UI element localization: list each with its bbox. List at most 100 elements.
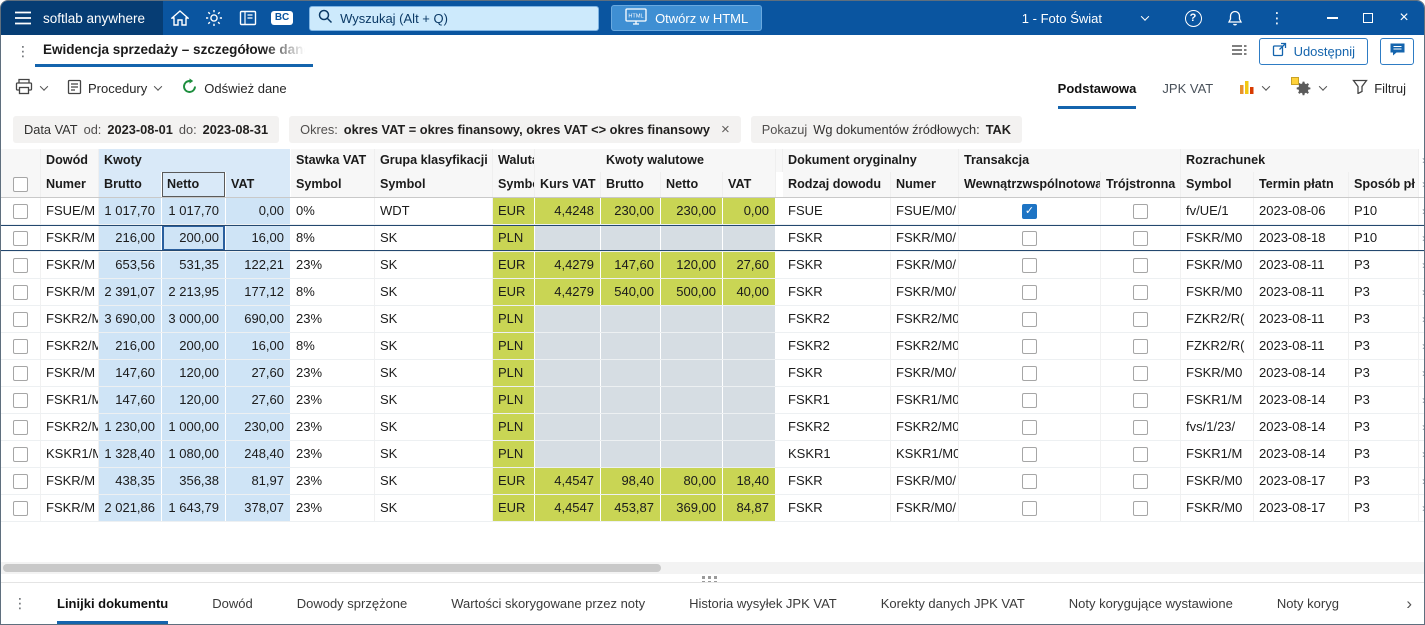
cell-vat[interactable]: 177,12 (226, 279, 291, 305)
cell-waluta[interactable]: EUR (493, 252, 535, 278)
cell-wbrutto[interactable]: 453,87 (601, 495, 661, 521)
column-header-grupa[interactable]: Symbol (375, 172, 493, 197)
cell-termin[interactable]: 2023-08-14 (1254, 360, 1349, 386)
checkbox-unchecked[interactable] (1133, 473, 1148, 489)
cell-dowod[interactable]: FSUE/M (41, 198, 99, 224)
cell-chk[interactable] (1, 252, 41, 278)
cell-grupa[interactable]: SK (375, 495, 493, 521)
global-search[interactable] (309, 5, 600, 31)
cell-dowod[interactable]: FSKR2/M (41, 306, 99, 332)
cell-edge[interactable]: › (1419, 360, 1424, 386)
checkbox-unchecked[interactable] (1133, 338, 1148, 354)
open-in-html-button[interactable]: HTML Otwórz w HTML (611, 5, 763, 31)
checkbox-unchecked[interactable] (1022, 419, 1037, 435)
cell-grupa[interactable]: SK (375, 414, 493, 440)
cell-wbrutto[interactable]: 147,60 (601, 252, 661, 278)
cell-symbol[interactable]: FSKR1/M (1181, 441, 1254, 467)
cell-edge[interactable]: › (1419, 252, 1424, 278)
filter-button[interactable]: Filtruj (1352, 79, 1406, 97)
cell-stawka[interactable]: 8% (291, 333, 375, 359)
cell-stawka[interactable]: 23% (291, 441, 375, 467)
cell-troj[interactable] (1101, 333, 1181, 359)
settings-kebab-icon[interactable]: ⋮ (1260, 1, 1294, 35)
cell-grupa[interactable]: SK (375, 468, 493, 494)
column-header-dnumer[interactable]: Numer (891, 172, 959, 197)
column-header-netto[interactable]: Netto (162, 172, 226, 197)
checkbox-unchecked[interactable] (1022, 230, 1037, 246)
cell-wbrutto[interactable] (601, 360, 661, 386)
more-tabs-icon[interactable]: › (1406, 594, 1412, 614)
cell-troj[interactable] (1101, 495, 1181, 521)
cell-chk[interactable] (1, 441, 41, 467)
cell-edge[interactable]: › (1419, 225, 1424, 251)
cell-wvat[interactable] (723, 360, 776, 386)
cell-grupa[interactable]: SK (375, 360, 493, 386)
cell-dnumer[interactable]: FSUE/M0/ (891, 198, 959, 224)
table-row[interactable]: FSKR2/M 1 230,00 1 000,00 230,00 23% SK PLN FSK… (1, 414, 1424, 441)
table-row[interactable]: FSKR2/M 3 690,00 3 000,00 690,00 23% SK PLN FSK… (1, 306, 1424, 333)
cell-brutto[interactable]: 1 328,40 (99, 441, 162, 467)
checkbox-unchecked[interactable] (13, 284, 28, 300)
cell-troj[interactable] (1101, 279, 1181, 305)
cell-wvat[interactable] (723, 306, 776, 332)
company-selector[interactable]: 1 - Foto Świat (1022, 11, 1150, 26)
cell-waluta[interactable]: PLN (493, 333, 535, 359)
cell-netto[interactable]: 200,00 (162, 225, 226, 251)
checkbox-unchecked[interactable] (13, 338, 28, 354)
cell-vat[interactable]: 16,00 (226, 333, 291, 359)
cell-wewn[interactable] (959, 252, 1101, 278)
cell-wnetto[interactable] (661, 333, 723, 359)
cell-wewn[interactable] (959, 414, 1101, 440)
cell-vat[interactable]: 248,40 (226, 441, 291, 467)
filter-chip-date[interactable]: Data VAT od: 2023-08-01 do: 2023-08-31 (13, 115, 280, 143)
cell-sposob[interactable]: P3 (1349, 468, 1419, 494)
cell-chk[interactable] (1, 414, 41, 440)
cell-grupa[interactable]: SK (375, 306, 493, 332)
cell-wvat[interactable]: 0,00 (723, 198, 776, 224)
procedures-button[interactable]: Procedury (67, 79, 163, 98)
cell-dnumer[interactable]: FSKR/M0/ (891, 279, 959, 305)
cell-brutto[interactable]: 216,00 (99, 333, 162, 359)
checkbox-unchecked[interactable] (13, 446, 28, 462)
cell-netto[interactable]: 3 000,00 (162, 306, 226, 332)
checkbox-unchecked[interactable] (1022, 311, 1037, 327)
cell-vat[interactable]: 27,60 (226, 387, 291, 413)
cell-kurs[interactable]: 4,4547 (535, 495, 601, 521)
cell-dowod[interactable]: FSKR/M (41, 279, 99, 305)
checkbox-unchecked[interactable] (1133, 365, 1148, 381)
cell-stawka[interactable]: 23% (291, 468, 375, 494)
checkbox-unchecked[interactable] (1133, 230, 1148, 246)
cell-dnumer[interactable]: FSKR/M0/ (891, 495, 959, 521)
cell-sposob[interactable]: P3 (1349, 279, 1419, 305)
cell-wvat[interactable]: 27,60 (723, 252, 776, 278)
cell-rodzaj[interactable]: FSKR1 (783, 387, 891, 413)
checkbox-unchecked[interactable] (1133, 392, 1148, 408)
share-button[interactable]: Udostępnij (1258, 37, 1368, 65)
cell-rodzaj[interactable]: FSUE (783, 198, 891, 224)
cell-wewn[interactable] (959, 441, 1101, 467)
table-row[interactable]: FSUE/M 1 017,70 1 017,70 0,00 0% WDT EUR 4,4248… (1, 198, 1424, 225)
cell-termin[interactable]: 2023-08-06 (1254, 198, 1349, 224)
cell-waluta[interactable]: PLN (493, 360, 535, 386)
cell-symbol[interactable]: fvs/1/23/ (1181, 414, 1254, 440)
cell-wbrutto[interactable]: 98,40 (601, 468, 661, 494)
checkbox-unchecked[interactable] (13, 365, 28, 381)
cell-wnetto[interactable]: 369,00 (661, 495, 723, 521)
cell-vat[interactable]: 690,00 (226, 306, 291, 332)
table-row[interactable]: FSKR/M 147,60 120,00 27,60 23% SK PLN FSKR FSKR/… (1, 360, 1424, 387)
cell-wnetto[interactable] (661, 225, 723, 251)
cell-wvat[interactable]: 40,00 (723, 279, 776, 305)
cell-dowod[interactable]: FSKR/M (41, 360, 99, 386)
cell-netto[interactable]: 120,00 (162, 360, 226, 386)
cell-wbrutto[interactable]: 230,00 (601, 198, 661, 224)
cell-termin[interactable]: 2023-08-17 (1254, 495, 1349, 521)
cell-waluta[interactable]: EUR (493, 495, 535, 521)
cell-dnumer[interactable]: FSKR/M0/ (891, 360, 959, 386)
cell-waluta[interactable]: PLN (493, 225, 535, 251)
table-row[interactable]: KSKR1/M 1 328,40 1 080,00 248,40 23% SK PLN KSK… (1, 441, 1424, 468)
business-central-icon[interactable]: BC (265, 1, 299, 35)
cell-wbrutto[interactable] (601, 387, 661, 413)
cell-symbol[interactable]: FSKR/M0 (1181, 279, 1254, 305)
table-row[interactable]: FSKR1/M 147,60 120,00 27,60 23% SK PLN FSKR1 FSK… (1, 387, 1424, 414)
cell-dowod[interactable]: KSKR1/M (41, 441, 99, 467)
